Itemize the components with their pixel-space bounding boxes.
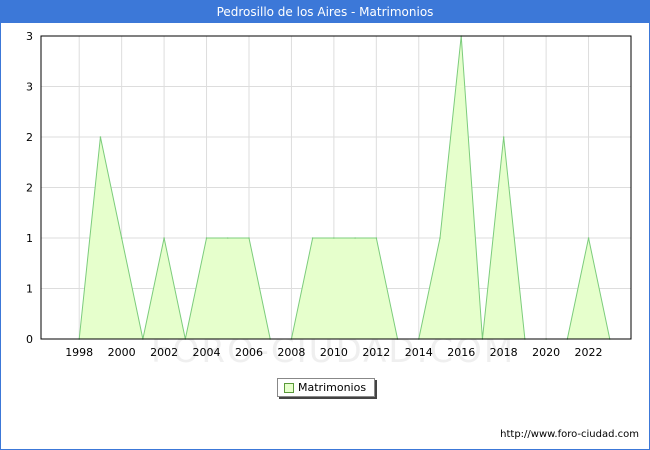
data-point [99,136,102,138]
data-point [226,237,229,239]
y-tick-label: 1 [26,232,33,245]
x-tick-label: 2002 [150,346,178,359]
x-tick-label: 2022 [575,346,603,359]
x-tick-label: 1998 [65,346,93,359]
y-tick-label: 3 [26,30,33,43]
y-tick-label: 0 [26,333,33,346]
chart-frame: Pedrosillo de los Aires - Matrimonios FO… [0,0,650,450]
x-tick-label: 2010 [320,346,348,359]
x-tick-label: 2016 [447,346,475,359]
legend-label: Matrimonios [298,381,367,394]
x-tick-label: 2018 [490,346,518,359]
data-point [587,237,590,239]
data-point [375,237,378,239]
y-tick-label: 1 [26,283,33,296]
x-tick-label: 2008 [277,346,305,359]
data-point [205,237,208,239]
y-tick-label: 2 [26,131,33,144]
data-point [163,237,165,239]
x-tick-label: 2014 [405,346,433,359]
data-point [120,237,123,239]
data-point [248,237,250,239]
y-tick-label: 3 [26,81,33,94]
y-tick-label: 2 [26,182,33,195]
x-tick-label: 2006 [235,346,263,359]
x-tick-label: 2012 [362,346,390,359]
legend-swatch [284,383,294,393]
data-point [502,136,505,138]
data-point [311,237,314,239]
x-tick-label: 2004 [193,346,221,359]
x-tick-label: 2000 [108,346,136,359]
data-point [354,237,356,239]
source-url: http://www.foro-ciudad.com [500,429,639,440]
data-point [439,237,441,239]
data-point [333,237,335,239]
legend: Matrimonios [277,378,375,397]
x-tick-label: 2020 [532,346,560,359]
